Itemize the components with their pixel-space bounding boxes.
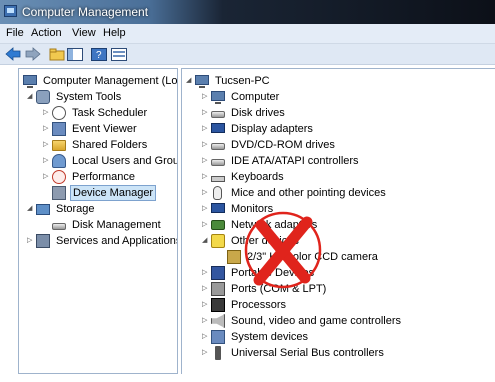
computer-management-icon [23,75,37,88]
collapse-arrow-icon[interactable]: ▷ [202,109,209,117]
properties-icon[interactable] [110,46,128,62]
menu-action[interactable]: Action [31,27,62,39]
back-arrow-icon[interactable] [4,46,22,62]
shared-folder-icon [52,140,66,151]
collapse-arrow-icon[interactable]: ▷ [202,285,209,293]
warning-device-icon [227,250,241,264]
collapse-arrow-icon[interactable]: ▷ [202,157,209,165]
port-icon [211,282,225,296]
forward-arrow-icon[interactable] [24,46,42,62]
expand-arrow-icon[interactable]: ◢ [27,205,34,213]
collapse-arrow-icon[interactable]: ▷ [202,317,209,325]
collapse-arrow-icon[interactable]: ▷ [202,173,209,181]
menu-file[interactable]: File [6,27,24,39]
processor-icon [211,298,225,312]
computer-management-icon [4,5,17,17]
expand-arrow-icon[interactable]: ◢ [202,237,209,245]
collapse-arrow-icon[interactable]: ▷ [202,93,209,101]
collapse-arrow-icon[interactable]: ▷ [27,237,34,245]
window-title: Computer Management [22,5,149,19]
help-icon[interactable]: ? [90,46,108,62]
collapse-arrow-icon[interactable]: ▷ [202,125,209,133]
clock-icon [52,106,66,120]
svg-text:?: ? [96,50,102,61]
collapse-arrow-icon[interactable]: ▷ [202,189,209,197]
dvd-drive-icon [211,143,225,150]
portable-device-icon [211,266,225,280]
device-manager-icon [52,186,66,200]
storage-icon [36,204,50,215]
usb-icon [215,346,221,360]
expand-arrow-icon[interactable]: ◢ [27,93,34,101]
collapse-arrow-icon[interactable]: ▷ [202,221,209,229]
collapse-arrow-icon[interactable]: ▷ [43,173,50,181]
display-adapter-icon [211,123,225,133]
unknown-device-icon [211,234,225,248]
menu-view[interactable]: View [72,27,96,39]
console-tree[interactable]: Computer Management (Local ◢ System Tool… [18,68,178,374]
system-device-icon [211,330,225,344]
collapse-arrow-icon[interactable]: ▷ [202,269,209,277]
disk-icon [52,223,66,230]
up-folder-icon[interactable] [48,46,66,62]
menu-bar: File Action View Help [0,24,495,44]
collapse-arrow-icon[interactable]: ▷ [43,109,50,117]
collapse-arrow-icon[interactable]: ▷ [202,333,209,341]
toolbar: ? [0,44,495,65]
title-bar: Computer Management [0,0,495,24]
device-tree[interactable]: ◢ Tucsen-PC ▷ Computer ▷ Disk drives ▷ Disp… [181,68,495,374]
speaker-icon [211,314,225,328]
performance-icon [52,170,66,184]
collapse-arrow-icon[interactable]: ▷ [202,349,209,357]
collapse-arrow-icon[interactable]: ▷ [202,205,209,213]
collapse-arrow-icon[interactable]: ▷ [202,301,209,309]
event-viewer-icon [52,122,66,136]
collapse-arrow-icon[interactable]: ▷ [43,157,50,165]
users-icon [52,154,66,168]
menu-help[interactable]: Help [103,27,126,39]
expand-arrow-icon[interactable]: ◢ [186,77,193,85]
collapse-arrow-icon[interactable]: ▷ [43,141,50,149]
computer-icon [195,75,209,88]
keyboard-icon [211,176,225,182]
system-tools-icon [36,90,50,104]
disk-drive-icon [211,111,225,118]
collapse-arrow-icon[interactable]: ▷ [202,141,209,149]
show-hide-tree-icon[interactable] [66,46,84,62]
mouse-icon [213,186,222,200]
collapse-arrow-icon[interactable]: ▷ [43,125,50,133]
ide-controller-icon [211,159,225,166]
services-icon [36,234,50,248]
computer-icon [211,91,225,104]
network-adapter-icon [211,220,225,230]
monitor-icon [211,203,225,213]
